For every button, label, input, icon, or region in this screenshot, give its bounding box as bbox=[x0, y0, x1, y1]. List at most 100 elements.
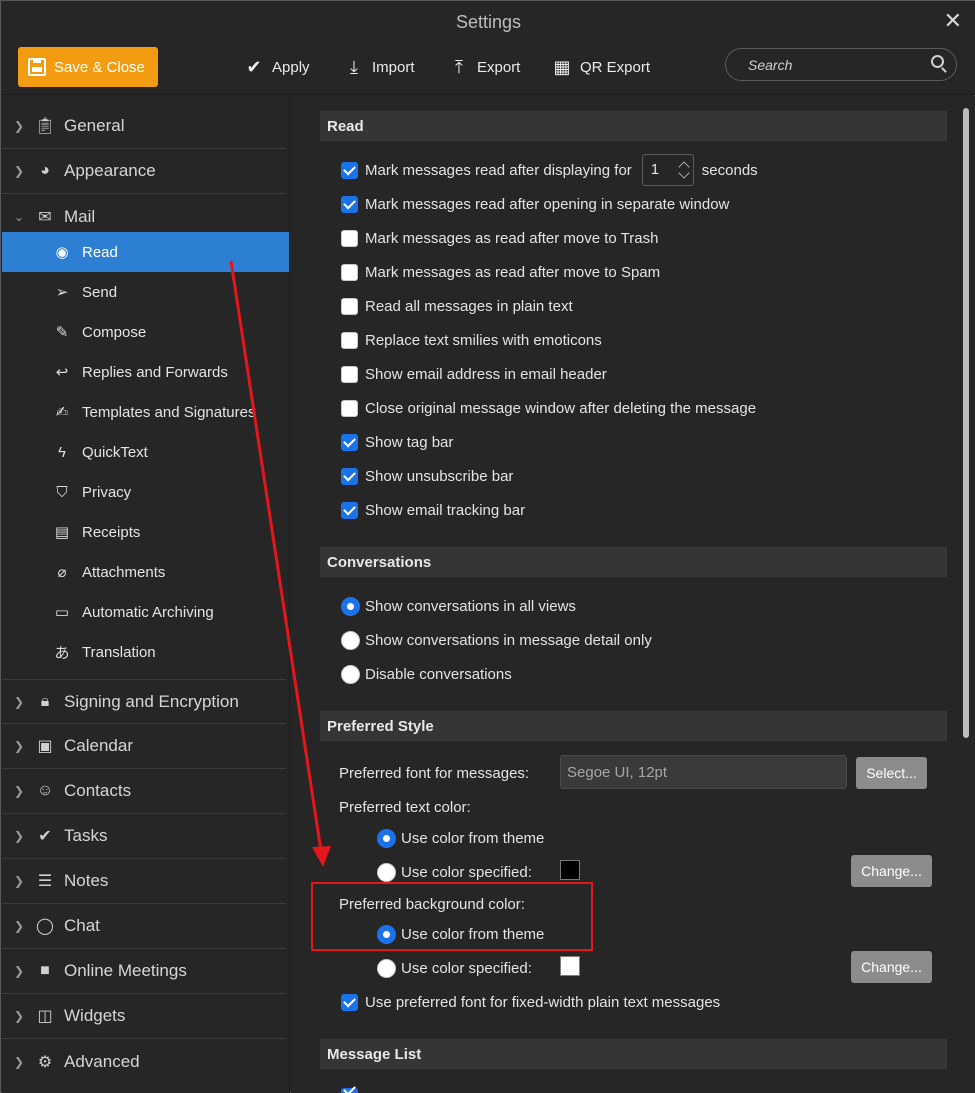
sidebar-item-advanced[interactable]: ❯ ⚙ Advanced bbox=[2, 1039, 286, 1084]
sidebar-item-label: Replies and Forwards bbox=[82, 363, 228, 381]
chevron-right-icon: ❯ bbox=[13, 919, 25, 933]
export-button[interactable]: ⤒ Export bbox=[449, 55, 520, 79]
qr-export-button[interactable]: ▦ QR Export bbox=[552, 55, 650, 79]
checkbox[interactable] bbox=[341, 399, 358, 417]
sidebar-item-chat[interactable]: ❯ ◯ Chat bbox=[2, 904, 286, 949]
radio-button[interactable] bbox=[377, 862, 396, 882]
sidebar-item-automatic-archiving[interactable]: ▭ Automatic Archiving bbox=[2, 592, 289, 632]
search-icon[interactable] bbox=[931, 55, 944, 68]
checkbox[interactable] bbox=[341, 433, 358, 451]
read-option: Mark messages as read after move to Spam bbox=[341, 260, 660, 284]
checkbox[interactable] bbox=[341, 161, 358, 179]
sidebar-item-templates-and-signatures[interactable]: ✍ Templates and Signatures bbox=[2, 392, 289, 432]
clipboard-icon: 📋︎ bbox=[34, 118, 56, 135]
read-option: Close original message window after dele… bbox=[341, 396, 756, 420]
sidebar-item-online-meetings[interactable]: ❯ ■ Online Meetings bbox=[2, 949, 286, 994]
save-and-close-label: Save & Close bbox=[54, 58, 145, 76]
quicktext-icon: ϟ bbox=[58, 443, 66, 461]
sidebar-item-receipts[interactable]: ▤ Receipts bbox=[2, 512, 289, 552]
radio-button[interactable] bbox=[341, 596, 360, 616]
sidebar-item-read[interactable]: ◉ Read bbox=[2, 232, 289, 272]
select-font-button[interactable]: Select... bbox=[856, 757, 927, 789]
settings-window: Settings ✕ Save & Close ✔ Apply ⤓ Import… bbox=[0, 0, 975, 1093]
save-and-close-button[interactable]: Save & Close bbox=[18, 47, 158, 87]
sidebar-item-label: Chat bbox=[64, 916, 100, 935]
fixed-width-font-option: Use preferred font for fixed-width plain… bbox=[341, 990, 720, 1014]
sidebar-item-appearance[interactable]: ❯ ◕ Appearance bbox=[2, 149, 286, 194]
sidebar-item-general[interactable]: ❯ 📋︎ General bbox=[2, 104, 286, 149]
radio-button[interactable] bbox=[377, 958, 396, 978]
sidebar-item-notes[interactable]: ❯ ☰ Notes bbox=[2, 859, 286, 904]
sidebar-item-label: Tasks bbox=[64, 826, 108, 845]
sidebar-item-translation[interactable]: あ Translation bbox=[2, 632, 289, 672]
sidebar-item-tasks[interactable]: ❯ ✔ Tasks bbox=[2, 814, 286, 859]
checkbox[interactable] bbox=[341, 195, 358, 213]
option-label: Mark messages as read after move to Tras… bbox=[365, 229, 659, 247]
option-label: Replace text smilies with emoticons bbox=[365, 331, 602, 349]
import-button[interactable]: ⤓ Import bbox=[344, 55, 415, 79]
text-color-specified-option: Use color specified: bbox=[377, 860, 532, 884]
chevron-right-icon: ❯ bbox=[13, 694, 25, 709]
search-input[interactable] bbox=[748, 55, 918, 75]
conversation-option: Disable conversations bbox=[341, 662, 512, 686]
close-icon[interactable]: ✕ bbox=[944, 8, 962, 34]
radio-button[interactable] bbox=[377, 828, 396, 848]
sidebar-item-label: General bbox=[64, 116, 125, 135]
section-header-preferred-style: Preferred Style bbox=[320, 711, 947, 741]
text-color-swatch[interactable] bbox=[560, 860, 580, 880]
background-color-specified-option: Use color specified: bbox=[377, 956, 532, 980]
option-label: Use preferred font for fixed-width plain… bbox=[365, 993, 721, 1011]
sidebar-item-label: Contacts bbox=[64, 781, 132, 800]
sidebar-item-compose[interactable]: ✎ Compose bbox=[2, 312, 289, 352]
background-color-swatch[interactable] bbox=[560, 956, 580, 976]
chevron-right-icon: ❯ bbox=[13, 164, 25, 178]
seconds-stepper[interactable]: 1 bbox=[641, 154, 694, 186]
notes-icon: ☰ bbox=[37, 873, 53, 890]
shield-icon: ⛉ bbox=[56, 483, 68, 501]
apply-button[interactable]: ✔ Apply bbox=[244, 55, 309, 79]
sidebar-item-send[interactable]: ➢ Send bbox=[2, 272, 289, 312]
sidebar-item-signing-and-encryption[interactable]: ❯ 🔒︎ Signing and Encryption bbox=[2, 679, 286, 724]
sidebar-item-label: Online Meetings bbox=[64, 961, 187, 980]
sidebar-item-label: Notes bbox=[64, 871, 109, 890]
search-box[interactable] bbox=[725, 48, 957, 81]
download-icon: ⤓ bbox=[350, 56, 358, 77]
floppy-disk-icon bbox=[28, 58, 46, 76]
checkbox[interactable] bbox=[341, 297, 358, 315]
paper-plane-icon: ➢ bbox=[55, 284, 69, 301]
checkbox[interactable] bbox=[341, 263, 358, 281]
checkbox[interactable] bbox=[341, 331, 358, 349]
sidebar-item-calendar[interactable]: ❯ ▣ Calendar bbox=[2, 724, 286, 769]
radio-button[interactable] bbox=[341, 630, 360, 650]
option-label: Show email tracking bar bbox=[365, 501, 526, 519]
sidebar: ❯ 📋︎ General ❯ ◕ Appearance ⌄ ✉ Mail ◉ R… bbox=[2, 96, 290, 1093]
checkbox[interactable] bbox=[341, 1088, 358, 1093]
checkbox[interactable] bbox=[341, 365, 358, 383]
change-background-color-button[interactable]: Change... bbox=[851, 951, 932, 983]
sidebar-item-quicktext[interactable]: ϟ QuickText bbox=[2, 432, 289, 472]
sidebar-item-label: Calendar bbox=[64, 736, 133, 755]
chevron-right-icon: ❯ bbox=[13, 1054, 25, 1069]
checkbox[interactable] bbox=[341, 229, 358, 247]
check-icon: ✔ bbox=[246, 56, 262, 77]
vertical-scrollbar[interactable] bbox=[963, 108, 969, 738]
change-text-color-button[interactable]: Change... bbox=[851, 855, 932, 887]
sidebar-item-privacy[interactable]: ⛉ Privacy bbox=[2, 472, 289, 512]
calendar-icon: ▣ bbox=[37, 738, 53, 755]
sidebar-item-widgets[interactable]: ❯ ◫ Widgets bbox=[2, 994, 286, 1039]
option-label: Disable conversations bbox=[365, 665, 512, 683]
sidebar-item-attachments[interactable]: ⌀ Attachments bbox=[2, 552, 289, 592]
checkbox[interactable] bbox=[341, 501, 358, 519]
read-option: Replace text smilies with emoticons bbox=[341, 328, 602, 352]
radio-button[interactable] bbox=[377, 924, 396, 944]
radio-button[interactable] bbox=[341, 664, 360, 684]
sidebar-item-contacts[interactable]: ❯ ☺ Contacts bbox=[2, 769, 286, 814]
checkbox[interactable] bbox=[341, 993, 358, 1011]
option-label: Show conversations in message detail onl… bbox=[365, 631, 652, 649]
video-icon: ■ bbox=[40, 962, 50, 979]
gear-icon: ⚙ bbox=[37, 1053, 53, 1071]
sidebar-item-replies-and-forwards[interactable]: ↩ Replies and Forwards bbox=[2, 352, 289, 392]
signature-icon: ✍ bbox=[55, 404, 69, 421]
check-icon: ✔ bbox=[38, 828, 52, 845]
checkbox[interactable] bbox=[341, 467, 358, 485]
